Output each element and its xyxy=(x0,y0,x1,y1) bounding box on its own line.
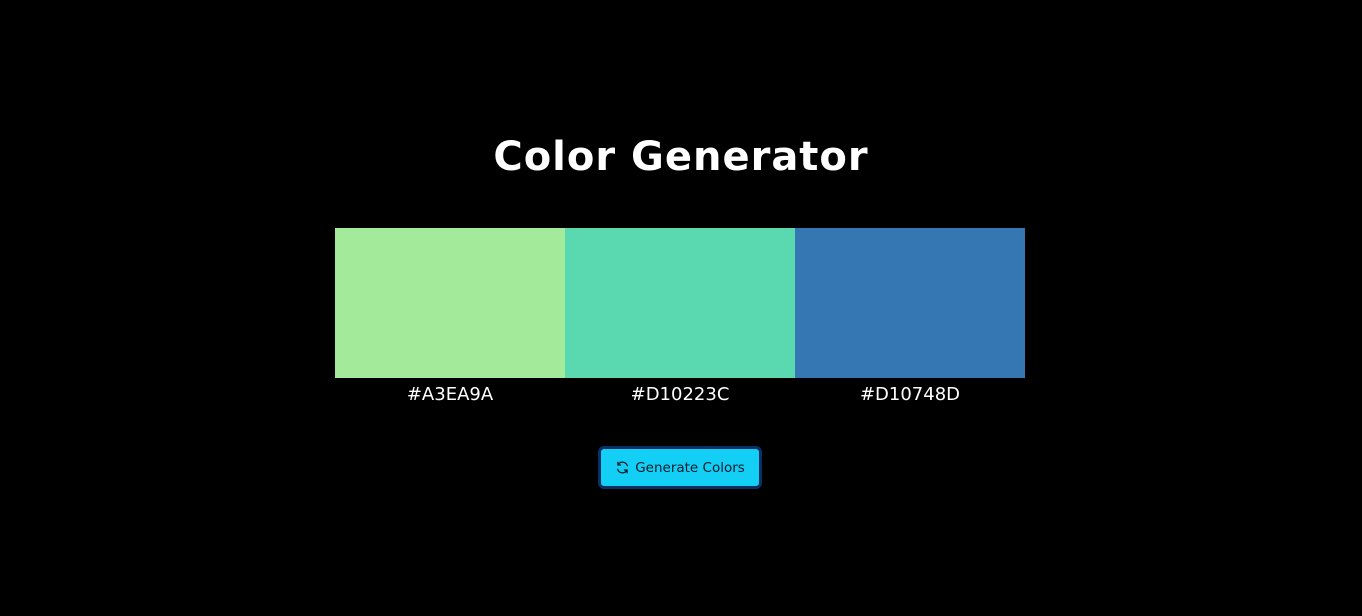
generate-colors-label: Generate Colors xyxy=(635,459,745,476)
swatch-hex-label: #D10748D xyxy=(859,384,961,405)
swatch-hex-label: #A3EA9A xyxy=(406,384,494,405)
color-swatch[interactable] xyxy=(565,228,795,378)
refresh-icon xyxy=(615,460,630,475)
swatch-card: #D10223C xyxy=(565,228,795,410)
color-palette: #A3EA9A #D10223C #D10748D xyxy=(335,228,1025,410)
swatch-card: #A3EA9A xyxy=(335,228,565,410)
swatch-card: #D10748D xyxy=(795,228,1025,410)
color-swatch[interactable] xyxy=(335,228,565,378)
color-swatch[interactable] xyxy=(795,228,1025,378)
page-title: Color Generator xyxy=(493,134,869,180)
swatch-hex-label: #D10223C xyxy=(630,384,730,405)
generate-colors-button[interactable]: Generate Colors xyxy=(598,446,762,489)
